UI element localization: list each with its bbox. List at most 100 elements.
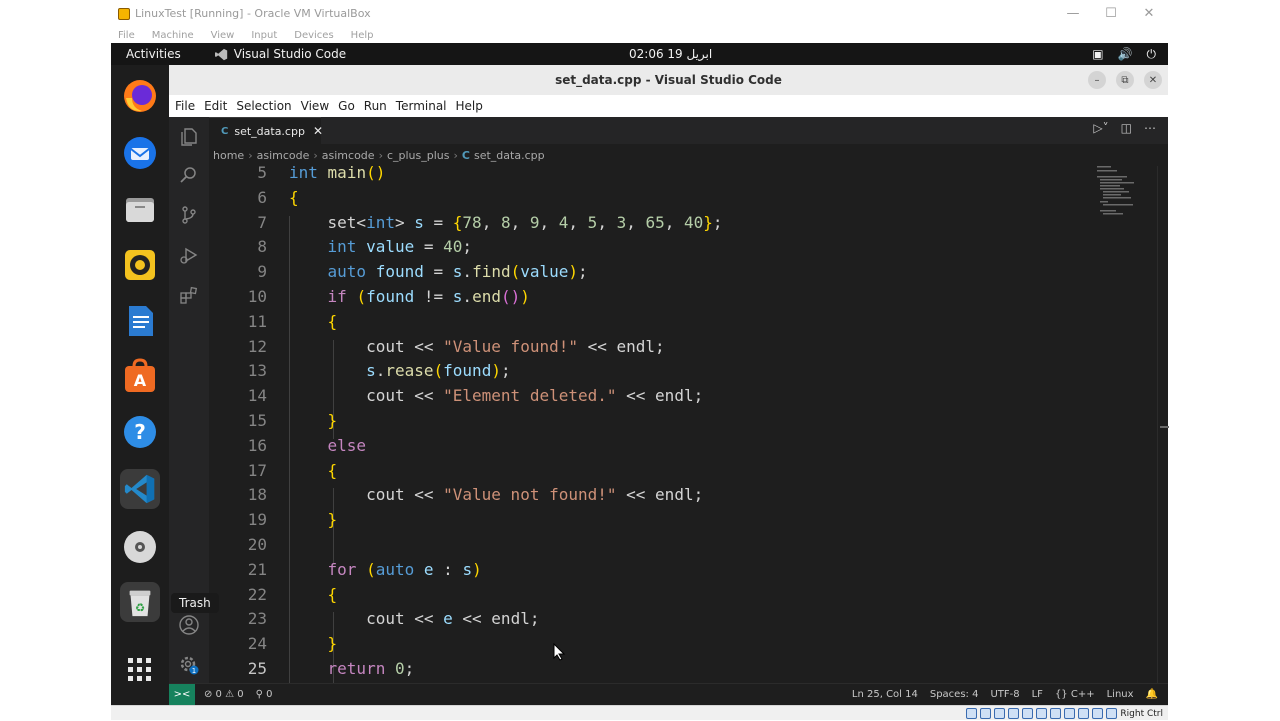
activities-button[interactable]: Activities (126, 47, 181, 61)
usb-icon[interactable] (1022, 708, 1034, 719)
extensions-icon[interactable] (177, 283, 201, 307)
hard-disk-icon[interactable] (966, 708, 978, 719)
code-line[interactable]: 9 auto found = s.find(value); (209, 260, 1089, 284)
virtualbox-titlebar: LinuxTest [Running] - Oracle VM VirtualB… (111, 0, 1168, 27)
code-line[interactable]: 14 cout << "Element deleted." << endl; (209, 384, 1089, 408)
tab-close-icon[interactable]: ✕ (313, 124, 323, 138)
language-mode[interactable]: {} C++ (1055, 689, 1095, 700)
thunderbird-icon[interactable] (120, 133, 160, 173)
vb-menu-help[interactable]: Help (351, 30, 374, 41)
code-line[interactable]: 17 { (209, 459, 1089, 483)
code-line[interactable]: 16 else (209, 434, 1089, 458)
vb-menu-input[interactable]: Input (251, 30, 277, 41)
keyboard-capture-icon[interactable] (1106, 708, 1118, 719)
power-icon[interactable]: ⏻ (1147, 47, 1157, 62)
menu-terminal[interactable]: Terminal (395, 99, 448, 113)
vscode-restore-button[interactable]: ⧉ (1116, 71, 1134, 89)
ports-indicator[interactable]: ⚲ 0 (256, 689, 273, 700)
code-line[interactable]: 25 return 0; (209, 657, 1089, 681)
run-debug-icon[interactable] (177, 243, 201, 267)
network-adapter-icon[interactable] (1008, 708, 1020, 719)
remote-indicator-icon[interactable]: >< (169, 684, 195, 705)
mouse-integration-icon[interactable] (1092, 708, 1104, 719)
optical-drive-icon[interactable] (980, 708, 992, 719)
display-icon[interactable] (1050, 708, 1062, 719)
audio-icon[interactable] (994, 708, 1006, 719)
vb-menu-devices[interactable]: Devices (294, 30, 333, 41)
problems-indicator[interactable]: ⊘ 0 ⚠ 0 (204, 689, 244, 700)
accounts-icon[interactable] (177, 613, 201, 637)
dvd-icon[interactable] (120, 527, 160, 567)
run-file-icon[interactable]: ▷˅ (1093, 121, 1108, 135)
rhythmbox-icon[interactable] (120, 245, 160, 285)
minimize-button[interactable]: — (1054, 0, 1092, 27)
help-icon[interactable]: ? (120, 412, 160, 452)
vb-menu-file[interactable]: File (118, 30, 135, 41)
code-line[interactable]: 13 s.rease(found); (209, 359, 1089, 383)
code-line[interactable]: 15 } (209, 409, 1089, 433)
manage-gear-icon[interactable]: 1 (177, 653, 201, 677)
menu-view[interactable]: View (300, 99, 330, 113)
breadcrumb-asimcode-1[interactable]: asimcode (257, 149, 310, 162)
show-apps-icon[interactable] (120, 650, 160, 690)
code-line[interactable]: 7 set<int> s = {78, 8, 9, 4, 5, 3, 65, 4… (209, 211, 1089, 235)
explorer-icon[interactable] (177, 125, 201, 149)
encoding[interactable]: UTF-8 (990, 689, 1019, 700)
trash-icon[interactable]: ♻ (120, 582, 160, 622)
vscode-minimize-button[interactable]: – (1088, 71, 1106, 89)
code-line[interactable]: 24 } (209, 632, 1089, 656)
vb-menu-machine[interactable]: Machine (152, 30, 194, 41)
code-line[interactable]: 8 int value = 40; (209, 235, 1089, 259)
menu-run[interactable]: Run (363, 99, 388, 113)
split-editor-icon[interactable]: ◫ (1121, 121, 1132, 135)
code-line[interactable]: 21 for (auto e : s) (209, 558, 1089, 582)
indentation[interactable]: Spaces: 4 (930, 689, 979, 700)
app-menu[interactable]: Visual Studio Code (214, 47, 346, 61)
code-line[interactable]: 6{ (209, 186, 1089, 210)
code-line[interactable]: 22 { (209, 583, 1089, 607)
close-button[interactable]: ✕ (1130, 0, 1168, 27)
volume-icon[interactable]: 🔊 (1118, 47, 1133, 61)
code-line[interactable]: 5 int main() (209, 166, 1089, 185)
breadcrumb-home[interactable]: home (213, 149, 244, 162)
vb-menu-view[interactable]: View (211, 30, 235, 41)
code-line[interactable]: 12 cout << "Value found!" << endl; (209, 335, 1089, 359)
vscode-close-button[interactable]: ✕ (1144, 71, 1162, 89)
clock[interactable]: 02:06 19 ابريل (629, 43, 712, 65)
end-of-line[interactable]: LF (1032, 689, 1043, 700)
vt-x-icon[interactable] (1078, 708, 1090, 719)
code-editor[interactable]: 5 int main() 6{7 set<int> s = {78, 8, 9, 4… (209, 166, 1089, 683)
platform[interactable]: Linux (1107, 689, 1134, 700)
menu-help[interactable]: Help (455, 99, 484, 113)
tab-set-data-cpp[interactable]: C set_data.cpp ✕ (209, 117, 323, 144)
breadcrumb-asimcode-2[interactable]: asimcode (322, 149, 375, 162)
more-actions-icon[interactable]: ⋯ (1144, 121, 1156, 135)
maximize-button[interactable]: ☐ (1092, 0, 1130, 27)
vertical-scrollbar[interactable] (1157, 166, 1169, 683)
libreoffice-writer-icon[interactable] (120, 301, 160, 341)
shared-folders-icon[interactable] (1036, 708, 1048, 719)
vscode-icon[interactable] (120, 469, 160, 509)
menu-edit[interactable]: Edit (203, 99, 228, 113)
source-control-icon[interactable] (177, 203, 201, 227)
code-line[interactable]: 10 if (found != s.end()) (209, 285, 1089, 309)
menu-file[interactable]: File (174, 99, 196, 113)
notifications-bell-icon[interactable]: 🔔 (1146, 689, 1158, 700)
menu-selection[interactable]: Selection (235, 99, 292, 113)
firefox-icon[interactable] (120, 76, 160, 116)
menu-go[interactable]: Go (337, 99, 356, 113)
breadcrumb-c-plus-plus[interactable]: c_plus_plus (387, 149, 450, 162)
code-line[interactable]: 19 } (209, 508, 1089, 532)
code-line[interactable]: 11 { (209, 310, 1089, 334)
search-icon[interactable] (177, 163, 201, 187)
software-store-icon[interactable]: A (120, 356, 160, 396)
code-line[interactable]: 20 (209, 533, 1089, 557)
cursor-position[interactable]: Ln 25, Col 14 (852, 689, 918, 700)
code-line[interactable]: 23 cout << e << endl; (209, 607, 1089, 631)
minimap[interactable] (1089, 166, 1157, 683)
network-icon[interactable]: ▣ (1092, 47, 1103, 61)
files-icon[interactable] (120, 189, 160, 229)
code-line[interactable]: 18 cout << "Value not found!" << endl; (209, 483, 1089, 507)
breadcrumb-file[interactable]: set_data.cpp (474, 149, 545, 162)
recording-icon[interactable] (1064, 708, 1076, 719)
